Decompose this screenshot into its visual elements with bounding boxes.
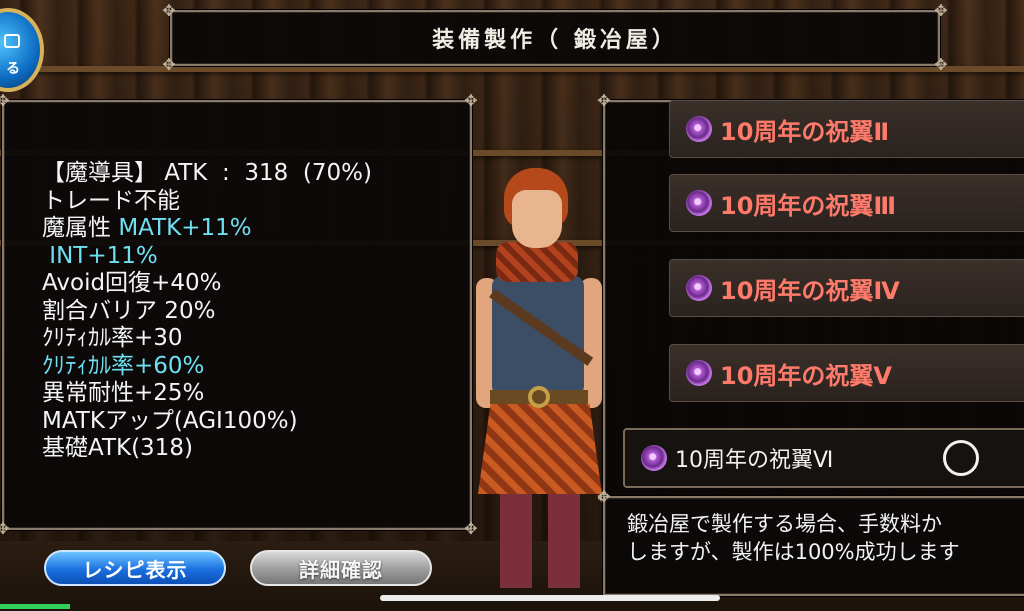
- info-panel: ✥ 鍛冶屋で製作する場合、手数料か しますが、製作は100%成功します: [597, 488, 1024, 596]
- recipe-list-item[interactable]: 10周年の祝翼Ⅳ: [669, 259, 1024, 317]
- recipe-item-label: 10周年の祝翼Ⅲ: [720, 191, 897, 220]
- menu-icon: [4, 34, 20, 48]
- select-radio[interactable]: [943, 440, 979, 476]
- bookshelf-row: [0, 66, 1024, 72]
- recipe-item-label: 10周年の祝翼Ⅴ: [720, 361, 892, 390]
- wing-item-icon: [686, 275, 712, 301]
- frame-ornament-icon: ✥: [597, 487, 611, 506]
- stat-line: ｸﾘﾃｨｶﾙ率+30: [42, 325, 183, 351]
- recipe-item-label: 10周年の祝翼Ⅵ: [675, 448, 834, 473]
- stat-line: トレード不能: [42, 187, 180, 214]
- recipe-list-item-selected[interactable]: 10周年の祝翼Ⅵ: [623, 428, 1024, 488]
- detail-confirm-button[interactable]: 詳細確認: [250, 550, 432, 586]
- stat-line: ｸﾘﾃｨｶﾙ率+60%: [42, 352, 205, 379]
- home-indicator[interactable]: [380, 595, 720, 601]
- stat-line: 割合バリア 20%: [42, 297, 216, 324]
- recipe-list-item[interactable]: 10周年の祝翼Ⅲ: [669, 174, 1024, 232]
- frame-ornament-icon: ✥: [0, 91, 10, 110]
- wing-item-icon: [686, 190, 712, 216]
- stat-line: 基礎ATK(318): [42, 435, 193, 461]
- recipe-item-label: 10周年の祝翼Ⅱ: [720, 117, 890, 146]
- recipe-list-panel[interactable]: ✥ ✥ 10周年の祝翼Ⅱ 10周年の祝翼Ⅲ 10周年の祝翼Ⅳ 10周年の祝翼Ⅴ …: [597, 92, 1024, 508]
- recipe-item-label: 10周年の祝翼Ⅳ: [720, 276, 900, 305]
- frame-ornament-icon: ✥: [597, 91, 611, 110]
- title-bar: ✥ ✥ ✥ ✥ 装備製作（ 鍛冶屋）: [162, 2, 947, 74]
- info-line: 鍛冶屋で製作する場合、手数料か: [627, 512, 942, 536]
- stat-line: 魔属性 MATK+11%: [42, 215, 252, 241]
- stat-line: 異常耐性+25%: [42, 380, 205, 406]
- wing-item-icon: [641, 445, 667, 471]
- player-character: [470, 168, 610, 588]
- frame-ornament-icon: ✥: [0, 519, 10, 538]
- stat-line: Avoid回復+40%: [42, 270, 222, 296]
- info-line: しますが、製作は100%成功します: [627, 540, 960, 564]
- show-recipe-button[interactable]: レシピ表示: [44, 550, 226, 586]
- wing-item-icon: [686, 360, 712, 386]
- stat-line: 【魔導具】 ATK : 318 (70%): [42, 160, 372, 186]
- frame-ornament-icon: ✥: [464, 519, 478, 538]
- stats-list: 【魔導具】 ATK : 318 (70%) トレード不能 魔属性 MATK+11…: [42, 160, 372, 463]
- item-stats-panel: ✥ ✥ ✥ ✥ 【魔導具】 ATK : 318 (70%) トレード不能 魔属性…: [0, 92, 478, 538]
- info-text: 鍛冶屋で製作する場合、手数料か しますが、製作は100%成功します: [627, 510, 1024, 566]
- recipe-list-item[interactable]: 10周年の祝翼Ⅱ: [669, 100, 1024, 158]
- wing-item-icon: [686, 116, 712, 142]
- menu-button-label: る: [6, 61, 20, 77]
- frame-ornament-icon: ✥: [464, 91, 478, 110]
- stat-line: INT+11%: [42, 242, 158, 269]
- recipe-list-item[interactable]: 10周年の祝翼Ⅴ: [669, 344, 1024, 402]
- status-strip: [0, 604, 70, 609]
- stat-line: MATKアップ(AGI100%): [42, 407, 298, 434]
- window-title: 装備製作（ 鍛冶屋）: [432, 28, 678, 53]
